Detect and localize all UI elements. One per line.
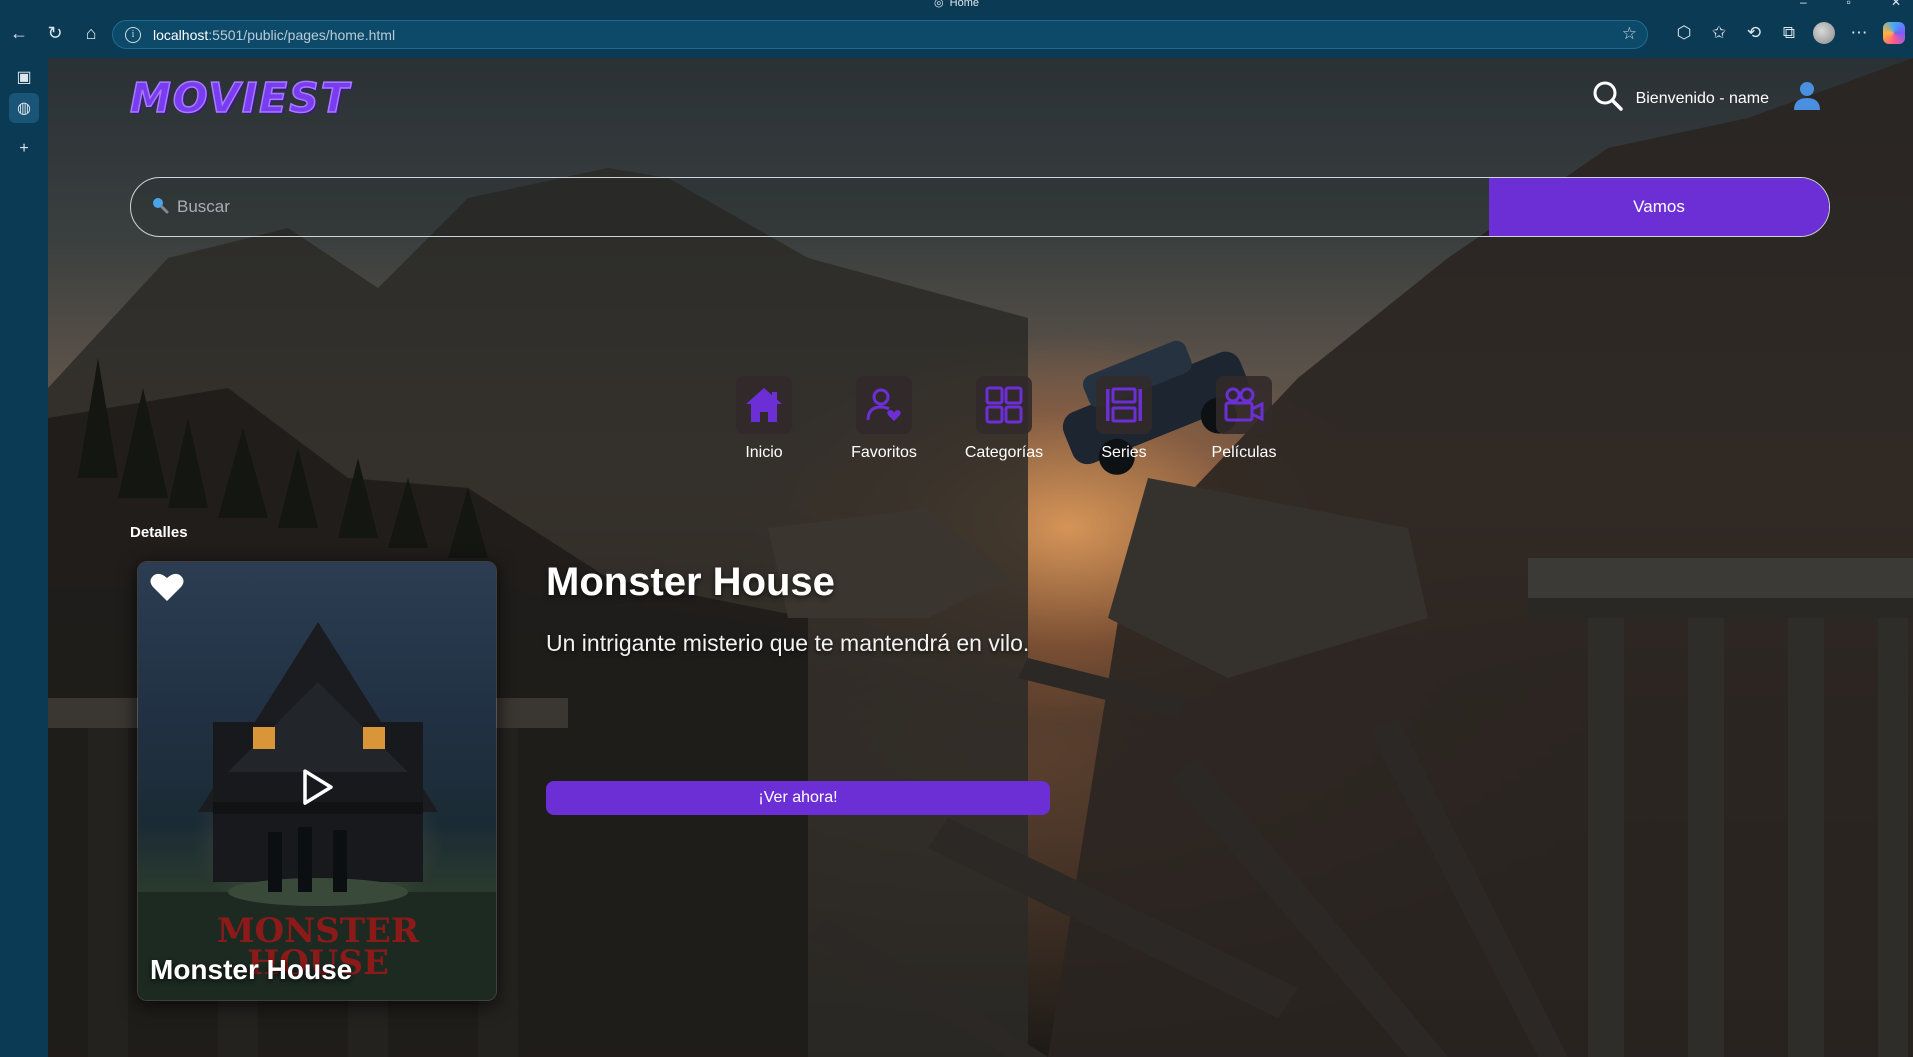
back-icon[interactable]: ← — [2, 16, 36, 50]
user-area: Bienvenido - name — [1592, 80, 1821, 117]
favorites-icon[interactable]: ✩ — [1708, 16, 1730, 50]
home-browser-icon[interactable]: ⌂ — [74, 16, 108, 50]
reload-icon[interactable]: ↻ — [38, 16, 72, 50]
series-icon — [1096, 376, 1152, 434]
browser-toolbar: ← ↻ ⌂ i localhost:5501/public/pages/home… — [0, 8, 1913, 58]
nav-label-favoritos: Favoritos — [851, 444, 917, 461]
search-button[interactable]: Vamos — [1489, 178, 1829, 236]
web-page: MOVIEST Bienvenido - name Vamos Inicio — [48, 58, 1913, 1057]
tab-actions-icon[interactable]: ▣ — [9, 62, 39, 92]
nav-item-series[interactable]: Series — [1064, 376, 1184, 462]
search-icon[interactable] — [1592, 80, 1624, 117]
nav-item-favoritos[interactable]: Favoritos — [824, 376, 944, 462]
nav-label-inicio: Inicio — [745, 444, 783, 461]
welcome-text: Bienvenido - name — [1635, 89, 1769, 107]
favorite-star-icon[interactable]: ☆ — [1622, 24, 1637, 44]
favorite-heart-icon[interactable] — [150, 572, 184, 607]
watch-now-button[interactable]: ¡Ver ahora! — [546, 781, 1050, 815]
url-path: :5501/public/pages/home.html — [208, 26, 396, 43]
nav-item-inicio[interactable]: Inicio — [704, 376, 824, 462]
movie-title: Monster House — [546, 560, 835, 604]
extensions-icon[interactable]: ⬡ — [1673, 16, 1695, 50]
nav-item-peliculas[interactable]: Películas — [1184, 376, 1304, 462]
user-icon[interactable] — [1793, 81, 1821, 116]
search-field — [131, 178, 1489, 236]
category-nav: Inicio Favoritos Categorías Series Pelíc… — [704, 376, 1304, 462]
movie-card[interactable]: MONSTER HOUSE Monster House — [137, 561, 497, 1001]
nav-item-categorias[interactable]: Categorías — [944, 376, 1064, 462]
movie-camera-icon — [1216, 376, 1272, 434]
collections-icon[interactable]: ⧉ — [1778, 16, 1800, 50]
copilot-icon[interactable] — [1883, 16, 1905, 50]
home-icon — [736, 376, 792, 434]
more-icon[interactable]: ⋯ — [1848, 16, 1870, 50]
movie-card-title: Monster House — [150, 954, 353, 985]
nav-label-peliculas: Películas — [1211, 444, 1277, 461]
browser-right-tools: ⬡ ✩ ⟲ ⧉ ⋯ — [1673, 16, 1905, 50]
grid-icon — [976, 376, 1032, 434]
play-icon[interactable] — [300, 768, 334, 811]
url-host: localhost — [153, 26, 209, 43]
site-info-icon[interactable]: i — [125, 26, 141, 43]
search-bar: Vamos — [130, 177, 1830, 237]
browser-sidebar: ▣ ◍ + — [0, 58, 48, 1057]
new-tab-icon[interactable]: + — [9, 134, 39, 164]
search-input[interactable] — [177, 197, 1489, 217]
nav-label-series: Series — [1101, 444, 1147, 461]
address-bar[interactable]: i localhost:5501/public/pages/home.html … — [112, 20, 1648, 49]
search-emoji-icon — [151, 196, 169, 219]
user-heart-icon — [856, 376, 912, 434]
section-title: Detalles — [130, 524, 188, 541]
active-tab-globe-icon[interactable]: ◍ — [9, 93, 39, 123]
nav-label-categorias: Categorías — [964, 444, 1044, 461]
window-titlebar: ◎ Home – ▫ ✕ — [0, 0, 1913, 9]
movie-details: Monster House Un intrigante misterio que… — [546, 560, 1029, 657]
movie-description: Un intrigante misterio que te mantendrá … — [546, 630, 1030, 656]
app-logo[interactable]: MOVIEST — [129, 73, 351, 123]
profile-avatar[interactable] — [1813, 16, 1835, 50]
history-icon[interactable]: ⟲ — [1743, 16, 1765, 50]
